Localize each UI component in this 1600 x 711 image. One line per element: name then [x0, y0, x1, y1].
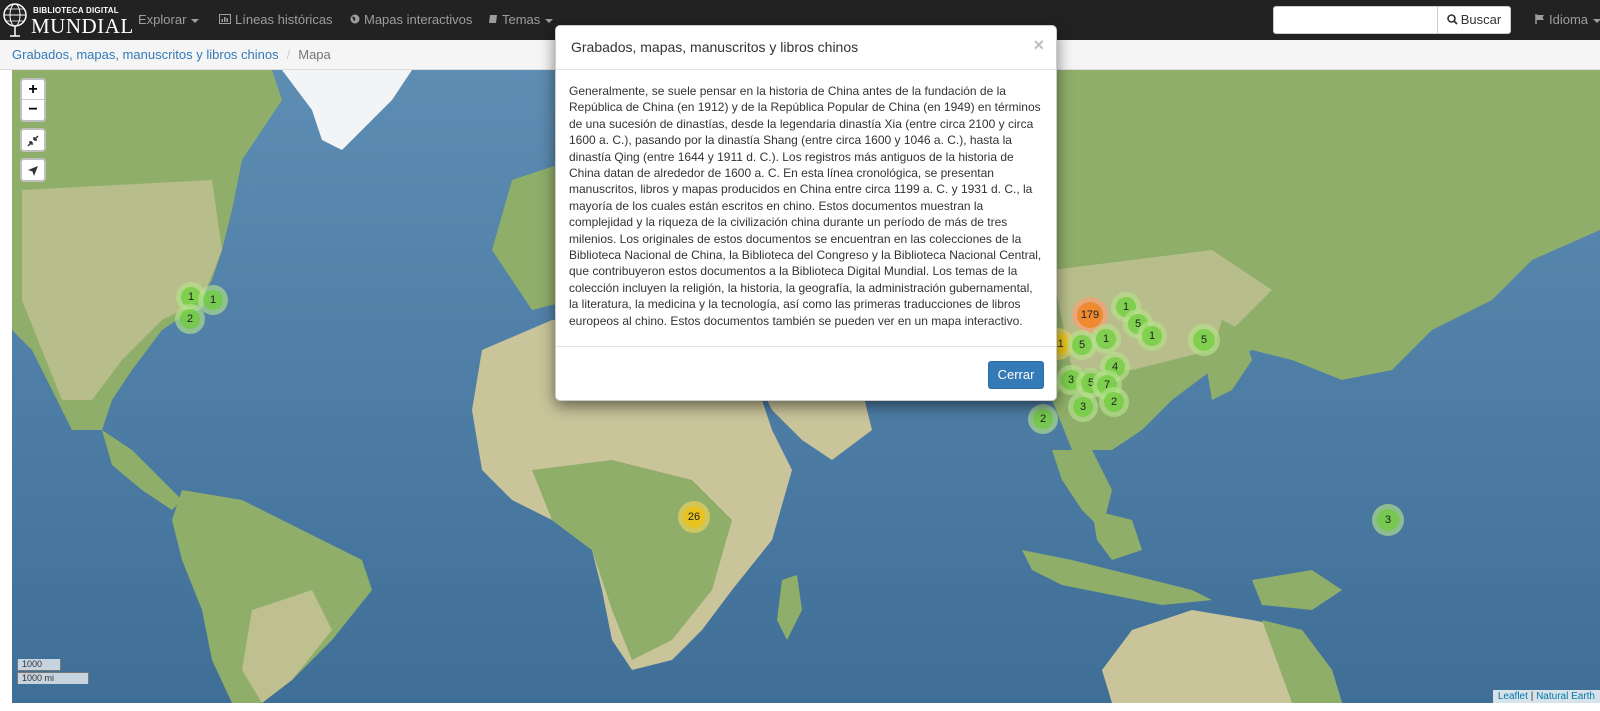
zoom-out-button[interactable]: −: [22, 100, 44, 120]
natural-earth-link[interactable]: Natural Earth: [1536, 691, 1595, 702]
cluster-count: 2: [1104, 392, 1124, 412]
chart-icon: [219, 1, 231, 41]
nav-mapas-label: Mapas interactivos: [364, 12, 473, 27]
chevron-down-icon: [545, 18, 554, 23]
nav-explorar-label: Explorar: [138, 12, 187, 27]
cluster-count: 1: [203, 290, 223, 310]
brand-logo[interactable]: BIBLIOTECA DIGITAL MUNDIAL: [2, 2, 133, 38]
cluster-count: 2: [180, 309, 200, 329]
cluster-marker[interactable]: 26: [678, 501, 710, 533]
nav-lineas-label: Líneas históricas: [235, 12, 333, 27]
reset-view-button[interactable]: [20, 128, 46, 152]
cluster-marker[interactable]: 1: [1137, 321, 1167, 351]
chevron-down-icon: [1593, 18, 1600, 23]
close-button[interactable]: Cerrar: [988, 361, 1044, 389]
brand-big-text: MUNDIAL: [31, 14, 134, 38]
modal-title: Grabados, mapas, manuscritos y libros ch…: [571, 39, 859, 55]
nav-idioma[interactable]: Idioma: [1535, 0, 1600, 40]
location-arrow-icon: [28, 165, 38, 176]
collapse-arrows-icon: [27, 135, 39, 147]
cluster-marker[interactable]: 2: [1028, 404, 1058, 434]
map-attribution: Leaflet | Natural Earth: [1492, 690, 1600, 703]
cluster-count: 3: [1377, 509, 1399, 531]
cluster-marker[interactable]: 3: [1372, 504, 1404, 536]
search-input[interactable]: [1273, 6, 1437, 34]
chevron-down-icon: [191, 18, 200, 23]
modal-body-text: Generalmente, se suele pensar en la hist…: [569, 84, 1042, 328]
cluster-marker[interactable]: 5: [1188, 324, 1220, 356]
cluster-count: 1: [1096, 329, 1116, 349]
zoom-control: + −: [20, 78, 46, 122]
nav-explorar[interactable]: Explorar: [138, 0, 200, 40]
attribution-separator: |: [1530, 691, 1534, 702]
cluster-count: 5: [1072, 335, 1092, 355]
leaflet-link[interactable]: Leaflet: [1498, 691, 1528, 702]
nav-temas-label: Temas: [502, 12, 541, 27]
cluster-count: 3: [1073, 397, 1093, 417]
modal-header: Grabados, mapas, manuscritos y libros ch…: [556, 26, 1056, 70]
scale-bar-mi: 1000 mi: [17, 672, 89, 684]
cluster-count: 2: [1033, 409, 1053, 429]
breadcrumb-current: Mapa: [298, 47, 331, 62]
collection-info-modal: Grabados, mapas, manuscritos y libros ch…: [555, 25, 1057, 401]
nav-mapas-interactivos[interactable]: Mapas interactivos: [350, 0, 472, 40]
cluster-count: 1: [1142, 326, 1162, 346]
locate-button[interactable]: [20, 158, 46, 182]
flag-icon: [1535, 1, 1545, 41]
breadcrumb-collection-link[interactable]: Grabados, mapas, manuscritos y libros ch…: [12, 47, 279, 62]
nav-idioma-label: Idioma: [1549, 12, 1589, 27]
close-icon[interactable]: ×: [1033, 35, 1044, 55]
book-icon: [488, 1, 498, 41]
nav-temas[interactable]: Temas: [488, 0, 554, 41]
zoom-in-button[interactable]: +: [22, 80, 44, 100]
cluster-count: 26: [683, 506, 705, 528]
cluster-marker[interactable]: 3: [1068, 392, 1098, 422]
nav-lineas-historicas[interactable]: Líneas históricas: [219, 0, 333, 40]
search-button-label: Buscar: [1460, 12, 1502, 27]
globe-icon: [3, 3, 27, 37]
search-icon: [1446, 14, 1458, 25]
globe-small-icon: [350, 1, 360, 41]
cluster-marker[interactable]: 2: [1099, 387, 1129, 417]
cluster-count: 179: [1077, 302, 1103, 328]
cluster-marker[interactable]: 2: [175, 304, 205, 334]
breadcrumb-separator: /: [286, 47, 291, 62]
cluster-marker[interactable]: 1: [1091, 324, 1121, 354]
scale-bar-km: 1000 km: [17, 659, 61, 680]
modal-footer: Cerrar: [556, 346, 1056, 402]
cluster-count: 5: [1193, 329, 1215, 351]
search-button[interactable]: Buscar: [1437, 6, 1511, 34]
